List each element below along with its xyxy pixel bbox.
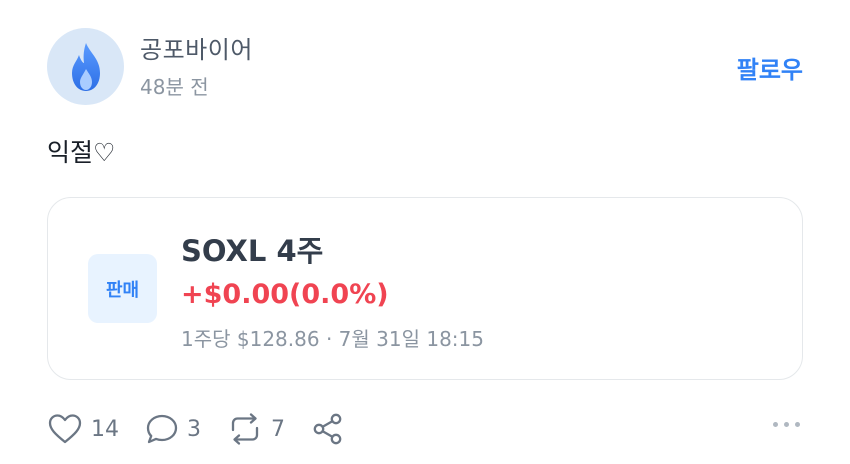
trade-card[interactable]: 판매 SOXL 4주 +$0.00(0.0%) 1주당 $128.86 · 7월… (47, 197, 803, 380)
author-name[interactable]: 공포바이어 (140, 30, 253, 65)
heart-icon (48, 414, 82, 444)
like-button[interactable]: 14 (47, 413, 119, 445)
action-bar: 14 3 7 (47, 412, 371, 446)
repost-icon (231, 413, 259, 445)
follow-button[interactable]: 팔로우 (737, 50, 803, 85)
repost-button[interactable]: 7 (227, 412, 285, 446)
more-icon-dot (795, 422, 800, 427)
share-icon (313, 413, 342, 445)
more-button[interactable] (773, 422, 800, 427)
avatar[interactable] (47, 28, 124, 105)
comment-icon (146, 414, 178, 444)
repost-count: 7 (271, 416, 285, 442)
like-count: 14 (91, 416, 119, 442)
post-content: 익절♡ (47, 138, 116, 167)
share-button[interactable] (311, 412, 345, 446)
more-icon-dot (773, 422, 778, 427)
comment-count: 3 (187, 416, 201, 442)
stock-detail: 1주당 $128.86 · 7월 31일 18:15 (181, 327, 484, 351)
comment-button[interactable]: 3 (145, 413, 201, 445)
post-time: 48분 전 (140, 75, 209, 99)
post: 공포바이어 48분 전 팔로우 익절♡ 판매 SOXL 4주 +$0.00(0.… (0, 0, 850, 464)
stock-title: SOXL 4주 (181, 234, 324, 268)
more-icon-dot (784, 422, 789, 427)
fire-icon (71, 42, 100, 91)
stock-change: +$0.00(0.0%) (181, 279, 389, 310)
trade-type-badge: 판매 (88, 254, 157, 323)
